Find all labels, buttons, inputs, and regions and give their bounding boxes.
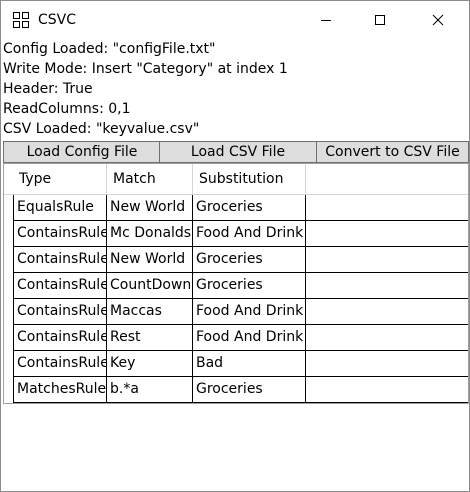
cell-type[interactable]: ContainsRule (13, 299, 107, 325)
table-row[interactable]: ContainsRule New World Groceries (4, 247, 468, 273)
close-button[interactable] (415, 1, 461, 39)
read-columns-text: ReadColumns: 0,1 (3, 101, 131, 117)
cell-filler (306, 325, 468, 351)
cell-match[interactable]: Rest (107, 325, 193, 351)
load-csv-button[interactable]: Load CSV File (159, 141, 317, 163)
row-header[interactable] (4, 195, 13, 221)
cell-filler (306, 195, 468, 221)
table-row[interactable]: EqualsRule New World Groceries (4, 195, 468, 221)
close-icon (432, 14, 444, 26)
cell-match[interactable]: Maccas (107, 299, 193, 325)
title-bar[interactable]: CSVC (1, 1, 469, 39)
table-row[interactable]: MatchesRule b.*a Groceries (4, 377, 468, 403)
cell-match[interactable]: Mc Donalds (107, 221, 193, 247)
minimize-icon (321, 20, 331, 21)
cell-match[interactable]: Key (107, 351, 193, 377)
window-title: CSVC (38, 12, 77, 28)
write-mode-text: Write Mode: Insert "Category" at index 1 (3, 61, 288, 77)
column-header-substitution[interactable]: Substitution (193, 164, 306, 194)
cell-substitution[interactable]: Food And Drink (193, 325, 306, 351)
cell-filler (306, 221, 468, 247)
cell-filler (306, 377, 468, 403)
cell-substitution[interactable]: Groceries (193, 247, 306, 273)
cell-match[interactable]: CountDown (107, 273, 193, 299)
cell-substitution[interactable]: Food And Drink (193, 299, 306, 325)
row-header[interactable] (4, 273, 13, 299)
grid-header: Type Match Substitution (4, 164, 468, 195)
cell-substitution[interactable]: Bad (193, 351, 306, 377)
maximize-button[interactable] (357, 1, 403, 39)
cell-type[interactable]: ContainsRule (13, 351, 107, 377)
table-row[interactable]: ContainsRule CountDown Groceries (4, 273, 468, 299)
rules-data-grid[interactable]: Type Match Substitution EqualsRule New Wo… (3, 163, 469, 404)
cell-type[interactable]: ContainsRule (13, 273, 107, 299)
cell-substitution[interactable]: Food And Drink (193, 221, 306, 247)
cell-type[interactable]: EqualsRule (13, 195, 107, 221)
header-text: Header: True (3, 81, 93, 97)
row-header[interactable] (4, 247, 13, 273)
table-row[interactable]: ContainsRule Key Bad (4, 351, 468, 377)
csv-loaded-text: CSV Loaded: "keyvalue.csv" (3, 121, 200, 137)
cell-match[interactable]: New World (107, 247, 193, 273)
table-row[interactable]: ContainsRule Rest Food And Drink (4, 325, 468, 351)
cell-match[interactable]: New World (107, 195, 193, 221)
row-header[interactable] (4, 351, 13, 377)
cell-substitution[interactable]: Groceries (193, 377, 306, 403)
minimize-button[interactable] (303, 1, 349, 39)
maximize-icon (375, 15, 385, 25)
cell-type[interactable]: ContainsRule (13, 247, 107, 273)
cell-substitution[interactable]: Groceries (193, 195, 306, 221)
convert-to-csv-button[interactable]: Convert to CSV File (316, 141, 469, 163)
cell-filler (306, 273, 468, 299)
cell-match[interactable]: b.*a (107, 377, 193, 403)
column-header-type[interactable]: Type (13, 164, 107, 194)
row-header[interactable] (4, 377, 13, 403)
row-header[interactable] (4, 325, 13, 351)
cell-substitution[interactable]: Groceries (193, 273, 306, 299)
table-row[interactable]: ContainsRule Mc Donalds Food And Drink (4, 221, 468, 247)
row-header[interactable] (4, 221, 13, 247)
column-header-filler (306, 164, 468, 194)
cell-filler (306, 351, 468, 377)
cell-type[interactable]: ContainsRule (13, 325, 107, 351)
load-config-button[interactable]: Load Config File (3, 141, 161, 163)
cell-filler (306, 247, 468, 273)
grid-app-icon (13, 12, 29, 28)
column-header-match[interactable]: Match (107, 164, 193, 194)
cell-type[interactable]: MatchesRule (13, 377, 107, 403)
main-window: CSVC Config Loaded: "configFile.txt" Wri… (0, 0, 470, 492)
cell-type[interactable]: ContainsRule (13, 221, 107, 247)
cell-filler (306, 299, 468, 325)
table-row[interactable]: ContainsRule Maccas Food And Drink (4, 299, 468, 325)
config-loaded-text: Config Loaded: "configFile.txt" (3, 41, 216, 57)
row-header[interactable] (4, 299, 13, 325)
